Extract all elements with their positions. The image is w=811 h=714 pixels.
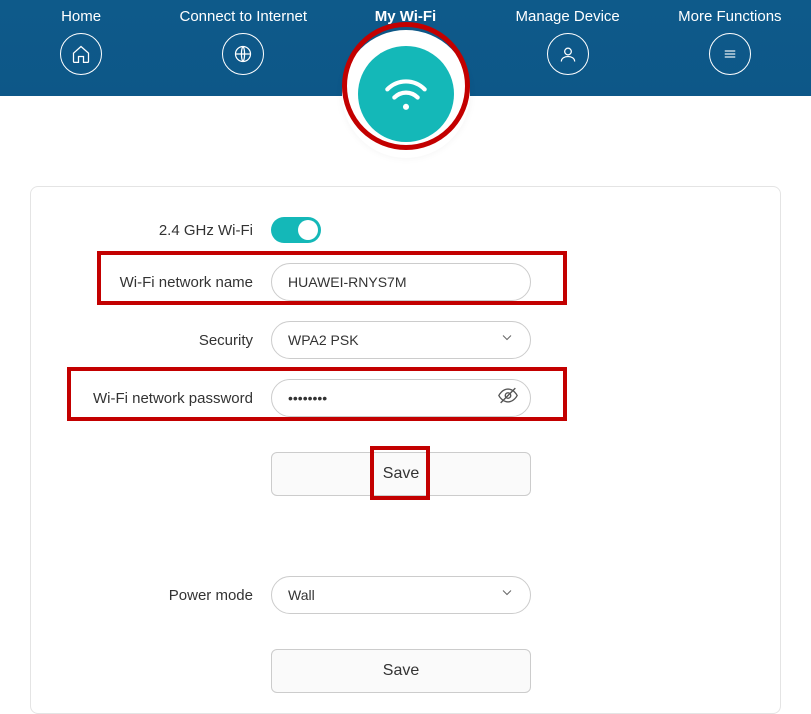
wifi-icon [358,46,454,142]
row-wifi-name: Wi-Fi network name [61,263,750,301]
globe-icon [222,33,264,75]
toggle-24ghz[interactable] [271,217,321,243]
nav-manage-label: Manage Device [516,8,620,25]
row-power-mode: Power mode [61,576,750,614]
select-power-mode[interactable] [271,576,531,614]
save-button-wifi[interactable]: Save [271,452,531,496]
label-wifi-name: Wi-Fi network name [61,274,271,291]
nav-more-label: More Functions [678,8,781,25]
label-power-mode: Power mode [61,587,271,604]
wifi-hero-circle[interactable] [342,30,470,158]
row-save-1: Save [61,452,750,496]
settings-card: 2.4 GHz Wi-Fi Wi-Fi network name Securit… [30,186,781,714]
label-24ghz: 2.4 GHz Wi-Fi [61,222,271,239]
user-icon [547,33,589,75]
save-button-power[interactable]: Save [271,649,531,693]
input-wifi-name[interactable] [271,263,531,301]
nav-home-label: Home [61,8,101,25]
nav-more[interactable]: More Functions [650,8,810,75]
eye-hidden-icon[interactable] [497,385,519,412]
label-security: Security [61,332,271,349]
top-navbar: Home Connect to Internet My Wi-Fi Manage… [0,0,811,96]
row-wifi-password: Wi-Fi network password [61,379,750,417]
row-save-2: Save [61,649,750,693]
menu-icon [709,33,751,75]
nav-home[interactable]: Home [1,8,161,75]
nav-manage[interactable]: Manage Device [488,8,648,75]
toggle-knob [298,220,318,240]
input-wifi-password[interactable] [271,379,531,417]
label-wifi-password: Wi-Fi network password [61,390,271,407]
nav-connect[interactable]: Connect to Internet [163,8,323,75]
nav-wifi-label: My Wi-Fi [375,8,437,25]
nav-connect-label: Connect to Internet [179,8,307,25]
row-24ghz: 2.4 GHz Wi-Fi [61,217,750,243]
select-security[interactable] [271,321,531,359]
row-security: Security [61,321,750,359]
home-icon [60,33,102,75]
